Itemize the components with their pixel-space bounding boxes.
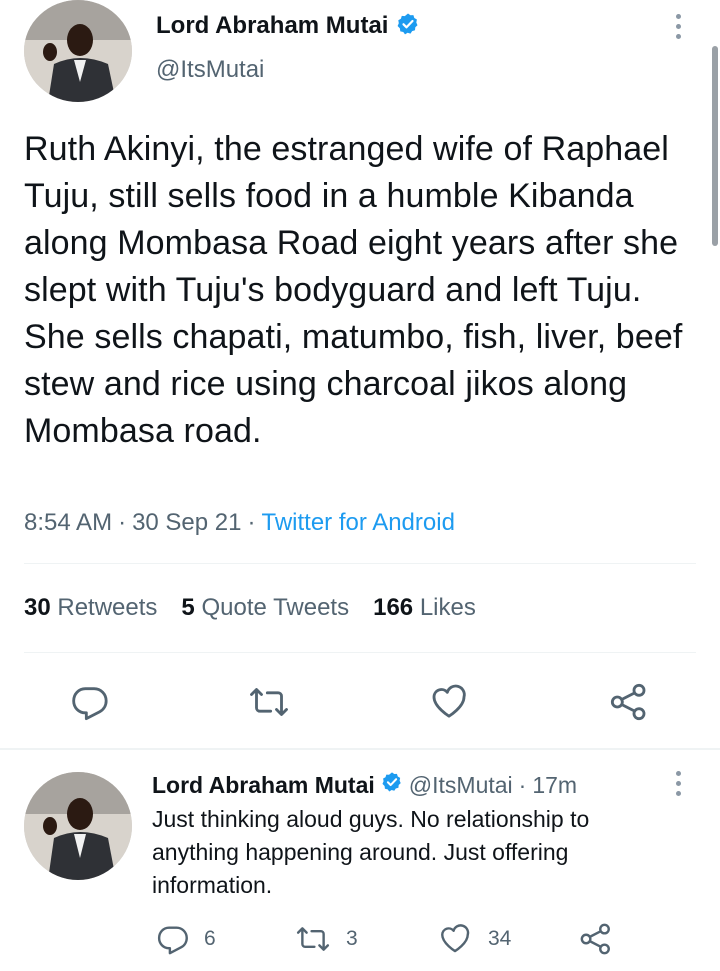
divider: [24, 652, 696, 653]
author-handle[interactable]: @ItsMutai: [156, 56, 264, 84]
reply-text: Just thinking aloud guys. No relationshi…: [152, 806, 590, 898]
tweet-time: 8:54 AM: [24, 509, 113, 536]
retweet-icon: [294, 922, 332, 956]
reply-retweet-action[interactable]: 3: [294, 922, 358, 956]
author-name[interactable]: Lord Abraham Mutai: [156, 12, 388, 40]
reply-like-action[interactable]: 34: [436, 922, 511, 956]
retweet-count: 3: [346, 927, 358, 950]
divider: [24, 563, 696, 564]
reply-share-icon[interactable]: [578, 922, 614, 956]
meta-separator: ·: [118, 509, 127, 536]
reply-separator: ·: [518, 771, 527, 798]
quote-label: Quote Tweets: [201, 594, 350, 621]
retweets-label: Retweets: [57, 594, 158, 621]
reply-count: 6: [204, 927, 216, 950]
like-icon: [436, 922, 474, 956]
likes-label: Likes: [419, 594, 476, 621]
quote-count: 5: [181, 594, 195, 621]
author-header: Lord Abraham Mutai: [156, 10, 420, 42]
meta-separator-2: ·: [247, 509, 256, 536]
retweet-icon[interactable]: [248, 682, 290, 722]
reply-handle[interactable]: @ItsMutai: [409, 772, 513, 799]
author-avatar[interactable]: [24, 0, 132, 102]
scrollbar-thumb[interactable]: [712, 46, 718, 246]
reply-more-icon[interactable]: [676, 771, 681, 796]
reply-reply-action[interactable]: 6: [156, 922, 216, 956]
reply-header: Lord Abraham Mutai @ItsMutai · 17m: [152, 770, 577, 800]
reply-icon[interactable]: [70, 682, 110, 722]
reply-author-avatar[interactable]: [24, 772, 132, 880]
retweets-stat[interactable]: 30 Retweets: [24, 594, 157, 622]
likes-stat[interactable]: 166 Likes: [373, 594, 476, 622]
retweets-count: 30: [24, 594, 51, 621]
more-icon[interactable]: [676, 14, 681, 39]
tweet-date: 30 Sep 21: [132, 509, 242, 536]
reply-author-name[interactable]: Lord Abraham Mutai: [152, 772, 375, 799]
reply-age[interactable]: 17m: [532, 772, 577, 799]
tweet-meta: 8:54 AM · 30 Sep 21 · Twitter for Androi…: [24, 509, 455, 537]
tweet-text: Ruth Akinyi, the estranged wife of Rapha…: [24, 130, 683, 450]
reply-icon: [156, 922, 190, 956]
avatar-photo: [24, 0, 132, 102]
avatar-photo: [24, 772, 132, 880]
divider: [0, 748, 720, 750]
verified-badge-icon: [396, 12, 420, 41]
quote-tweets-stat[interactable]: 5 Quote Tweets: [181, 594, 349, 622]
like-count: 34: [488, 927, 512, 950]
likes-count: 166: [373, 594, 414, 621]
engagement-stats: 30 Retweets 5 Quote Tweets 166 Likes: [24, 594, 476, 622]
tweet-source-link[interactable]: Twitter for Android: [262, 509, 455, 537]
verified-badge-icon: [381, 771, 403, 799]
share-icon[interactable]: [608, 682, 650, 722]
like-icon[interactable]: [428, 682, 470, 722]
